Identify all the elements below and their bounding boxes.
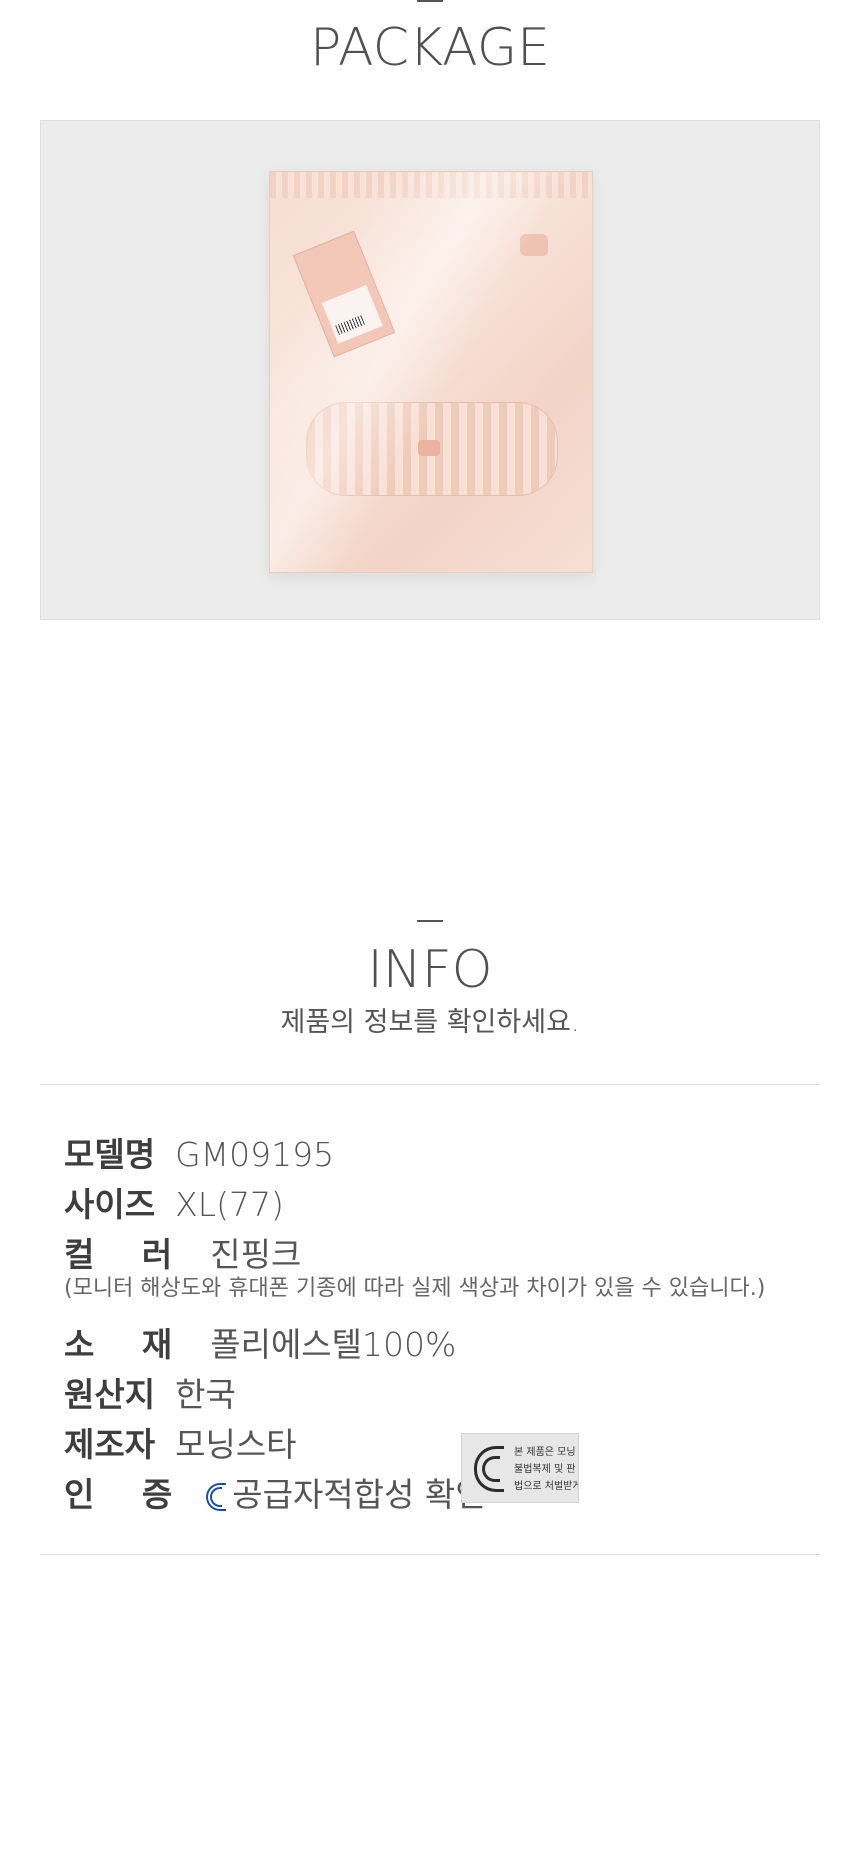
info-row-model: 모델명 GM09195 bbox=[64, 1128, 334, 1176]
info-value: 모닝스타 bbox=[175, 1425, 297, 1464]
info-label: 사이즈 bbox=[64, 1185, 156, 1224]
package-title: PACKAGE bbox=[310, 18, 550, 78]
info-value: 진핑크 bbox=[210, 1235, 302, 1274]
divider bbox=[40, 1554, 820, 1555]
info-label: 인 증 bbox=[64, 1475, 191, 1514]
info-label: 제조자 bbox=[64, 1425, 156, 1464]
info-subtitle: 제품의 정보를 확인하세요. bbox=[280, 1007, 580, 1038]
package-photo bbox=[40, 120, 820, 620]
info-label: 원산지 bbox=[64, 1375, 156, 1414]
kc-notice-line: 본 제품은 모닝 bbox=[514, 1447, 576, 1458]
info-row-origin: 원산지 한국 bbox=[64, 1368, 236, 1416]
info-row-manufacturer: 제조자 모닝스타 bbox=[64, 1418, 297, 1466]
kc-notice-text: 본 제품은 모닝 불법복제 및 판 법으로 처벌받게 bbox=[514, 1444, 579, 1495]
info-value: 공급자적합성 확인 bbox=[232, 1475, 486, 1514]
info-label: 컬 러 bbox=[64, 1235, 191, 1274]
info-row-color: 컬 러 진핑크 bbox=[64, 1228, 301, 1276]
kc-mark-icon bbox=[206, 1482, 227, 1511]
color-note: (모니터 해상도와 휴대폰 기종에 따라 실제 색상과 차이가 있을 수 있습니… bbox=[64, 1276, 766, 1301]
info-label: 소 재 bbox=[64, 1325, 191, 1364]
info-row-material: 소 재 폴리에스텔100% bbox=[64, 1318, 456, 1366]
kc-notice-line: 불법복제 및 판 bbox=[514, 1464, 576, 1475]
info-title: INFO bbox=[367, 940, 493, 1000]
plastic-sheen bbox=[270, 172, 592, 572]
section-divider-dash bbox=[417, 920, 443, 922]
info-value: XL(77) bbox=[175, 1185, 284, 1224]
info-label: 모델명 bbox=[64, 1135, 156, 1174]
kc-notice-line: 법으로 처벌받게 bbox=[514, 1481, 579, 1492]
tag-label bbox=[321, 285, 383, 344]
info-value: 폴리에스텔100% bbox=[210, 1325, 457, 1364]
info-row-certification: 인 증 공급자적합성 확인 bbox=[64, 1468, 486, 1516]
kc-certification-badge: 본 제품은 모닝 불법복제 및 판 법으로 처벌받게 bbox=[461, 1433, 579, 1503]
section-divider-dash bbox=[417, 0, 443, 2]
kc-logo-icon bbox=[474, 1446, 504, 1492]
packaged-garment-image bbox=[269, 171, 593, 573]
info-value: GM09195 bbox=[175, 1135, 335, 1174]
divider bbox=[40, 1084, 820, 1085]
info-value: 한국 bbox=[175, 1375, 236, 1414]
info-row-size: 사이즈 XL(77) bbox=[64, 1178, 284, 1226]
